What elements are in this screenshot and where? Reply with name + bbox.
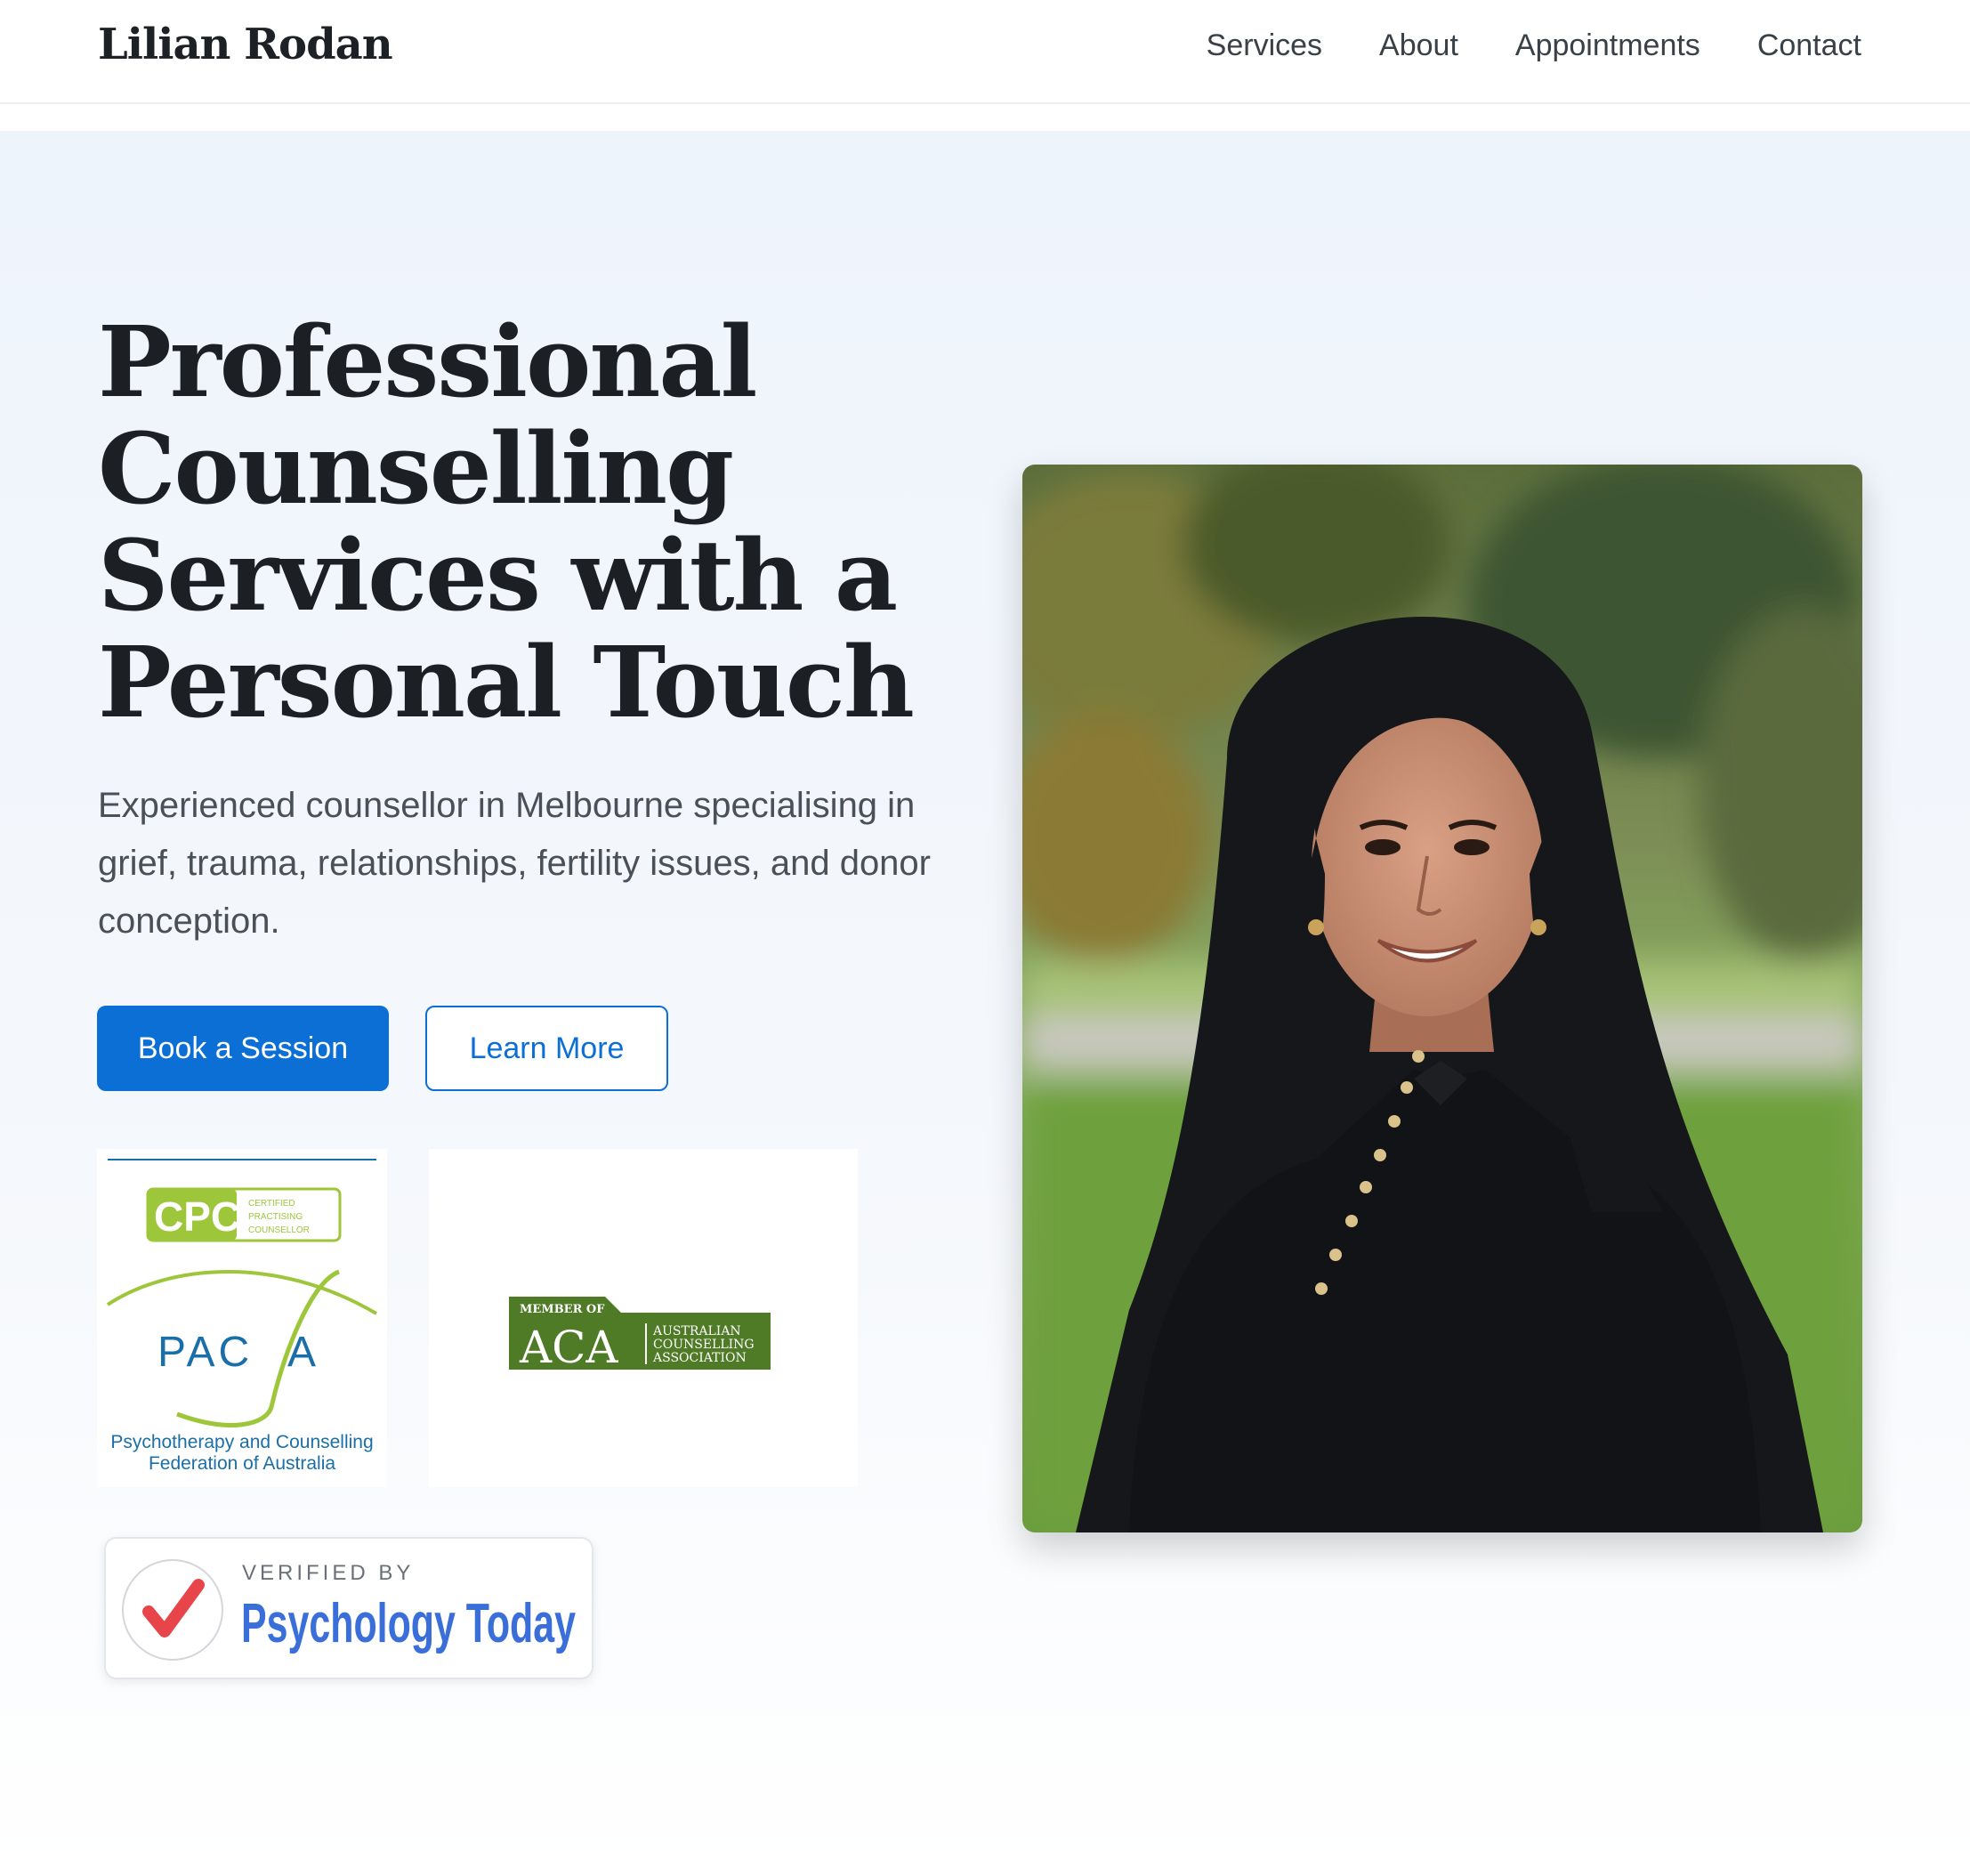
pacfa-badge[interactable]: CPC CERTIFIED PRACTISING COUNSELLOR PAC … [97,1149,387,1487]
aca-member-of: MEMBER OF [520,1303,605,1316]
nav-link-about[interactable]: About [1379,28,1458,63]
learn-more-button[interactable]: Learn More [425,1006,668,1091]
psychology-today-text: Psychology Today [241,1593,576,1654]
nav-link-contact[interactable]: Contact [1757,28,1861,63]
svg-text:COUNSELLOR: COUNSELLOR [248,1225,310,1235]
pacfa-a-text: A [287,1329,316,1376]
aca-badge[interactable]: MEMBER OF ACA AUSTRALIAN COUNSELLING ASS… [429,1149,858,1487]
verified-by-text: VERIFIED BY [242,1561,414,1585]
pacfa-org-line2: Federation of Australia [149,1453,335,1474]
svg-text:CERTIFIED: CERTIFIED [248,1199,295,1209]
nav-link-services[interactable]: Services [1207,28,1322,63]
site-logo-text[interactable]: Lilian Rodan [98,20,393,69]
nav-link-appointments[interactable]: Appointments [1515,28,1700,63]
svg-text:AUSTRALIAN: AUSTRALIAN [652,1324,741,1338]
cpc-text: CPC [154,1193,240,1240]
portrait-image [1022,465,1862,1532]
site-header: Lilian Rodan Services About Appointments… [0,0,1970,104]
hero-lead-text: Experienced counsellor in Melbourne spec… [98,786,931,941]
book-session-button[interactable]: Book a Session [97,1006,389,1091]
psychology-today-logo: VERIFIED BY Psychology Today [122,1559,576,1661]
svg-text:COUNSELLING: COUNSELLING [653,1338,755,1352]
aca-acronym: ACA [519,1322,618,1373]
aca-logo: MEMBER OF ACA AUSTRALIAN COUNSELLING ASS… [509,1297,771,1373]
pacfa-logo: CPC CERTIFIED PRACTISING COUNSELLOR PAC … [106,1159,378,1474]
portrait-photo [1022,465,1862,1532]
psychology-today-badge[interactable]: VERIFIED BY Psychology Today [104,1537,593,1679]
svg-text:PRACTISING: PRACTISING [248,1212,303,1222]
main-nav: Services About Appointments Contact [1207,28,1861,63]
hero-headline: Professional Counselling Services with a… [98,304,915,740]
svg-text:ASSOCIATION: ASSOCIATION [652,1351,747,1365]
pac-text: PAC [157,1329,253,1376]
header-spacer [0,104,1970,131]
hero-section: Professional Counselling Services with a… [0,131,1970,1876]
pacfa-org-line1: Psychotherapy and Counselling [110,1432,373,1452]
